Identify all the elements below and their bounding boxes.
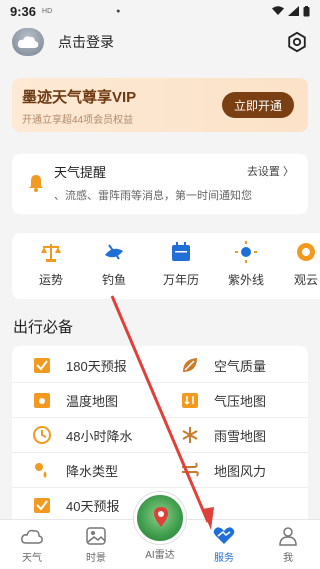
login-link[interactable]: 点击登录 <box>58 32 114 52</box>
quick-item-fortune[interactable]: 运势 <box>21 241 81 288</box>
quick-label-fortune: 运势 <box>38 273 63 287</box>
quick-tools-row: 运势 钓鱼 万年历 紫外线 观云 <box>12 233 320 299</box>
tab-label: 我 <box>283 553 293 564</box>
forecast-40-icon <box>34 498 50 513</box>
header: 点击登录 <box>0 22 320 62</box>
grid-item-rain-snow-map[interactable]: 雨雪地图 <box>160 418 308 453</box>
grid-label: 40天预报 <box>66 498 120 514</box>
tab-label: 服务 <box>214 553 234 564</box>
tab-me[interactable]: 我 <box>256 526 320 564</box>
grid-item-wind-map[interactable]: 地图风力 <box>160 453 308 488</box>
cloud-avatar-icon <box>17 36 39 48</box>
grid-label: 雨雪地图 <box>214 428 267 444</box>
status-bar: 9:36 HD ● <box>0 0 320 22</box>
pressure-map-icon <box>182 393 198 408</box>
bell-icon <box>29 175 43 192</box>
sun-icon <box>235 241 257 263</box>
wind-map-icon <box>182 462 199 477</box>
rain-snow-map-icon <box>182 427 198 443</box>
grid-label: 48小时降水 <box>66 428 133 444</box>
grid-item-180-forecast[interactable]: 180天预报 <box>12 348 160 383</box>
alert-settings-link[interactable]: 去设置 〉 <box>247 163 294 179</box>
quick-item-fishing[interactable]: 钓鱼 <box>84 241 144 288</box>
grid-item-temperature-map[interactable]: 温度地图 <box>12 383 160 418</box>
photo-icon <box>86 527 106 545</box>
tab-scenery[interactable]: 时景 <box>64 526 128 564</box>
tab-ai-radar[interactable]: AI雷达 <box>128 546 192 561</box>
alert-description: 、流感、雷阵雨等消息，第一时间通知您 <box>54 190 252 202</box>
fishing-icon <box>105 244 123 260</box>
air-quality-icon <box>183 358 197 372</box>
avatar[interactable] <box>12 28 44 56</box>
grid-item-48h-precip[interactable]: 48小时降水 <box>12 418 160 453</box>
tab-weather[interactable]: 天气 <box>0 526 64 564</box>
grid-item-precip-type[interactable]: 降水类型 <box>12 453 160 488</box>
status-right-icons <box>272 5 310 17</box>
quick-label-cloud-watch: 观云 <box>293 273 318 287</box>
precip-type-icon <box>35 463 47 478</box>
notification-dot-icon: ● <box>116 7 121 15</box>
cloud-watch-icon <box>297 243 315 261</box>
signal-icon <box>288 6 299 16</box>
quick-label-fishing: 钓鱼 <box>101 273 126 287</box>
grid-item-air-quality[interactable]: 空气质量 <box>160 348 308 383</box>
ai-radar-button[interactable] <box>134 492 186 544</box>
tab-label: 时景 <box>86 553 106 564</box>
scale-icon <box>41 244 61 262</box>
forecast-180-icon <box>34 358 50 373</box>
grid-label: 降水类型 <box>66 463 119 479</box>
bottom-tab-bar: 天气 时景 AI雷达 服务 我 <box>0 492 320 569</box>
section-title: 出行必备 <box>13 319 74 336</box>
quick-item-calendar[interactable]: 万年历 <box>151 241 211 288</box>
tab-label: 天气 <box>22 553 42 564</box>
grid-label: 气压地图 <box>214 393 267 409</box>
tab-label: AI雷达 <box>145 550 175 561</box>
calendar-icon <box>172 242 190 261</box>
profile-icon <box>279 527 297 546</box>
weather-alert-card[interactable]: 天气提醒 去设置 〉 、流感、雷阵雨等消息，第一时间通知您 <box>12 154 308 214</box>
tab-service[interactable]: 服务 <box>192 526 256 564</box>
temperature-map-icon <box>34 393 50 408</box>
grid-label: 地图风力 <box>214 463 267 479</box>
cloud-icon <box>21 529 43 544</box>
service-icon <box>213 527 235 544</box>
hd-indicator: HD <box>42 7 53 15</box>
status-time: 9:36 <box>10 3 37 19</box>
grid-label: 180天预报 <box>66 358 127 374</box>
settings-gear-icon[interactable] <box>286 31 308 53</box>
grid-label: 温度地图 <box>66 393 119 409</box>
battery-icon <box>303 5 310 16</box>
vip-banner[interactable]: 墨迹天气尊享VIP 开通立享超44项会员权益 立即开通 <box>12 78 308 132</box>
vip-open-button[interactable]: 立即开通 <box>222 92 294 118</box>
grid-label: 空气质量 <box>214 358 267 374</box>
radar-icon <box>154 507 168 527</box>
quick-item-uv[interactable]: 紫外线 <box>216 241 276 288</box>
quick-label-uv: 紫外线 <box>227 273 264 287</box>
quick-item-cloud-watch[interactable]: 观云 <box>276 241 320 288</box>
quick-label-calendar: 万年历 <box>162 273 199 287</box>
wifi-icon <box>272 6 284 15</box>
grid-item-pressure-map[interactable]: 气压地图 <box>160 383 308 418</box>
precip-48h-icon <box>33 426 51 444</box>
